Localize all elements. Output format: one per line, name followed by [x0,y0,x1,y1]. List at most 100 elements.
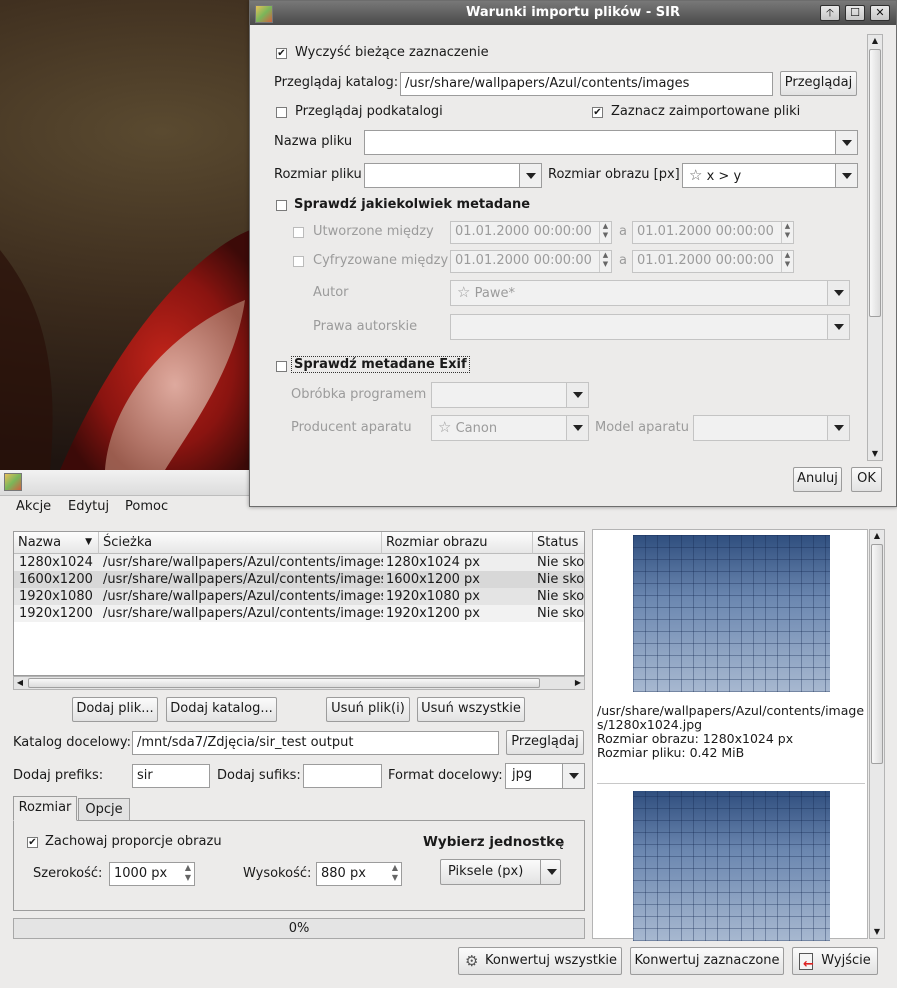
scroll-left-icon[interactable]: ◀ [15,678,25,688]
column-header-path[interactable]: Ścieżka [99,532,382,554]
spin-arrows-icon[interactable]: ▲ ▼ [599,222,611,243]
ok-button[interactable]: OK [851,467,882,492]
imagesize-label: Rozmiar obrazu [px] [548,167,680,182]
filesize-combo[interactable] [364,163,542,188]
star-icon: ☆ [438,418,452,436]
gears-icon: ⚙ [465,952,479,970]
width-label: Szerokość: [33,866,103,881]
browse-subdirs-checkbox[interactable] [276,107,287,118]
width-spinbox[interactable]: 1000 px ▲ ▼ [109,862,195,886]
add-file-button[interactable]: Dodaj plik... [72,697,158,722]
created-between-checkbox[interactable] [293,227,304,238]
height-label: Wysokość: [243,866,312,881]
keep-above-icon[interactable]: 🡡 [820,5,840,21]
browse-dir-input[interactable]: /usr/share/wallpapers/Azul/contents/imag… [400,72,773,96]
exit-button[interactable]: ← Wyjście [792,947,878,975]
author-label: Autor [313,285,349,300]
remove-files-button[interactable]: Usuń plik(i) [326,697,410,722]
prefix-input[interactable]: sir [132,764,210,788]
column-header-name[interactable]: Nazwa ▼ [14,532,99,554]
scroll-thumb[interactable] [28,678,540,688]
digitized-between-label: Cyfryzowane między [313,253,449,268]
output-dir-input[interactable]: /mnt/sda7/Zdjęcia/sir_test output [132,731,499,755]
preview-vertical-scrollbar[interactable]: ▲ ▼ [869,529,885,939]
menu-edit[interactable]: Edytuj [68,499,109,514]
exit-door-icon: ← [799,953,814,972]
star-icon: ☆ [689,166,703,184]
scroll-up-icon[interactable]: ▲ [870,36,880,46]
spin-arrows-icon[interactable]: ▲ ▼ [389,863,401,885]
height-spinbox[interactable]: 880 px ▲ ▼ [316,862,402,886]
add-directory-button[interactable]: Dodaj katalog... [166,697,277,722]
model-combo[interactable] [693,415,850,441]
spin-arrows-icon[interactable]: ▲ ▼ [781,222,793,243]
copyright-combo[interactable] [450,314,850,340]
scroll-right-icon[interactable]: ▶ [573,678,583,688]
clear-selection-label: Wyczyść bieżące zaznaczenie [295,45,489,60]
exif-checkbox[interactable] [276,361,287,372]
cancel-button[interactable]: Anuluj [793,467,842,492]
spin-arrows-icon[interactable]: ▲ ▼ [599,251,611,272]
preview-thumbnail-2[interactable] [633,791,830,941]
spin-arrows-icon[interactable]: ▲ ▼ [781,251,793,272]
select-imported-label: Zaznacz zaimportowane pliki [611,104,801,119]
chevron-down-icon [562,764,584,788]
menu-help[interactable]: Pomoc [125,499,168,514]
table-row[interactable]: 1280x1024/usr/share/wallpapers/Azul/cont… [14,554,584,571]
created-to-datetime[interactable]: 01.01.2000 00:00:00 ▲ ▼ [632,221,794,244]
table-horizontal-scrollbar[interactable]: ◀ ▶ [13,676,585,690]
table-row[interactable]: 1920x1080/usr/share/wallpapers/Azul/cont… [14,588,584,605]
convert-selected-button[interactable]: Konwertuj zaznaczone [630,947,784,975]
digitized-to-datetime[interactable]: 01.01.2000 00:00:00 ▲ ▼ [632,250,794,273]
close-icon[interactable]: ✕ [870,5,890,21]
chevron-down-icon [519,164,541,187]
scroll-up-icon[interactable]: ▲ [872,531,882,541]
table-row[interactable]: 1920x1200/usr/share/wallpapers/Azul/cont… [14,605,584,622]
column-header-image-size[interactable]: Rozmiar obrazu [382,532,533,554]
chevron-down-icon [835,131,857,154]
convert-all-button[interactable]: ⚙ Konwertuj wszystkie [458,947,622,975]
progress-bar: 0% [13,918,585,939]
suffix-input[interactable] [303,764,382,788]
dialog-browse-button[interactable]: Przeglądaj [780,71,857,96]
unit-select[interactable]: Piksele (px) [440,859,561,885]
scroll-down-icon[interactable]: ▼ [872,927,882,937]
manufacturer-combo[interactable]: ☆ Canon [431,415,589,441]
any-metadata-checkbox[interactable] [276,200,287,211]
software-combo[interactable] [431,382,589,408]
preview-thumbnail-1[interactable] [633,535,830,692]
dialog-vertical-scrollbar[interactable]: ▲ ▼ [867,34,883,461]
column-header-status[interactable]: Status [533,532,584,554]
preview-path: /usr/share/wallpapers/Azul/contents/imag… [597,703,865,732]
scroll-thumb[interactable] [871,544,883,764]
filename-label: Nazwa pliku [274,134,353,149]
dialog-titlebar[interactable]: Warunki importu plików - SIR [250,1,896,25]
spin-arrows-icon[interactable]: ▲ ▼ [182,863,194,885]
created-from-datetime[interactable]: 01.01.2000 00:00:00 ▲ ▼ [450,221,612,244]
output-browse-button[interactable]: Przeglądaj [506,730,584,755]
preview-info: /usr/share/wallpapers/Azul/contents/imag… [597,704,865,760]
scroll-thumb[interactable] [869,49,881,317]
any-metadata-label: Sprawdź jakiekolwiek metadane [294,197,531,212]
format-select[interactable]: jpg [505,763,585,789]
imagesize-combo[interactable]: ☆ x > y [682,163,858,188]
clear-selection-checkbox[interactable]: ✔ [276,48,287,59]
digitized-between-checkbox[interactable] [293,256,304,267]
filename-combo[interactable] [364,130,858,155]
table-row[interactable]: 1600x1200/usr/share/wallpapers/Azul/cont… [14,571,584,588]
menu-actions[interactable]: Akcje [16,499,51,514]
copyright-label: Prawa autorskie [313,319,418,334]
keep-ratio-checkbox[interactable]: ✔ [27,837,38,848]
scroll-down-icon[interactable]: ▼ [870,449,880,459]
created-between-label: Utworzone między [313,224,434,239]
digitized-from-datetime[interactable]: 01.01.2000 00:00:00 ▲ ▼ [450,250,612,273]
author-combo[interactable]: ☆ Pawe* [450,280,850,306]
browse-dir-label: Przeglądaj katalog: [274,75,399,90]
preview-panel: /usr/share/wallpapers/Azul/contents/imag… [592,529,868,941]
remove-all-button[interactable]: Usuń wszystkie [417,697,525,722]
file-table[interactable]: Nazwa ▼ Ścieżka Rozmiar obrazu Status 128… [13,531,585,676]
tab-size[interactable]: Rozmiar [13,796,77,821]
maximize-icon[interactable]: ☐ [845,5,865,21]
select-imported-checkbox[interactable]: ✔ [592,107,603,118]
tab-options[interactable]: Opcje [78,798,130,820]
